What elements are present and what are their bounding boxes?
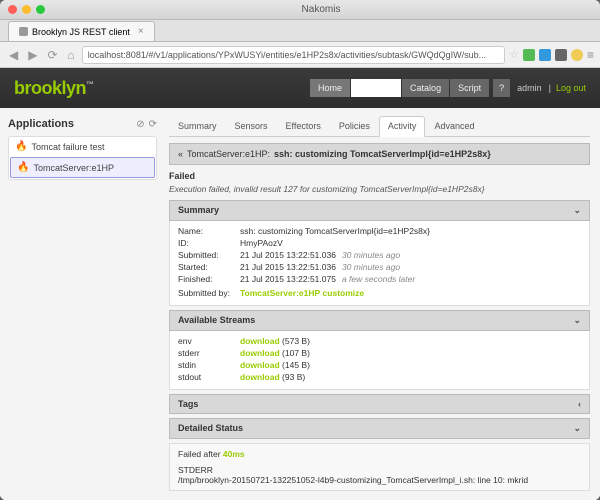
tab-activity[interactable]: Activity — [379, 116, 426, 137]
refresh-icon[interactable]: ⟳ — [149, 119, 157, 130]
chevron-left-icon: ‹ — [578, 399, 581, 409]
fire-icon: 🔥 — [15, 141, 27, 152]
tab-policies[interactable]: Policies — [330, 116, 379, 136]
bookmark-icon[interactable]: ☆ — [509, 48, 519, 61]
section-summary-body: Name:ssh: customizing TomcatServerImpl{i… — [169, 221, 590, 306]
tab-effectors[interactable]: Effectors — [277, 116, 330, 136]
entity-tabs: Summary Sensors Effectors Policies Activ… — [169, 116, 590, 137]
main-area: Applications ⊘ ⟳ 🔥 Tomcat failure test 🔥… — [0, 108, 600, 500]
status-desc: Execution failed, invalid result 127 for… — [169, 184, 590, 194]
reload-icon[interactable]: ⟳ — [44, 48, 60, 62]
download-link[interactable]: download — [240, 372, 280, 382]
download-link[interactable]: download — [240, 348, 280, 358]
browser-tab[interactable]: Brooklyn JS REST client × — [8, 21, 155, 41]
page-content: brooklyn™ Home Catalog Script ? admin | … — [0, 68, 600, 500]
sidebar: Applications ⊘ ⟳ 🔥 Tomcat failure test 🔥… — [0, 108, 165, 500]
download-link[interactable]: download — [240, 336, 280, 346]
chevron-down-icon: ⌄ — [573, 423, 581, 434]
stream-row: envdownload (573 B) — [178, 336, 581, 346]
tab-summary[interactable]: Summary — [169, 116, 226, 136]
close-tab-icon[interactable]: × — [138, 26, 144, 37]
tree-item[interactable]: 🔥 TomcatServer:e1HP — [10, 157, 155, 178]
section-summary-head[interactable]: Summary⌄ — [169, 200, 590, 221]
chevron-down-icon: ⌄ — [573, 205, 581, 216]
stream-row: stderrdownload (107 B) — [178, 348, 581, 358]
back-icon[interactable]: ◀ — [6, 48, 21, 62]
section-streams-body: envdownload (573 B) stderrdownload (107 … — [169, 331, 590, 390]
back-icon[interactable]: « — [178, 149, 183, 159]
app-tree: 🔥 Tomcat failure test 🔥 TomcatServer:e1H… — [8, 136, 157, 180]
minimize-window-icon[interactable] — [22, 5, 31, 14]
fire-icon: 🔥 — [17, 162, 29, 173]
window-title: Nakomis — [50, 4, 592, 15]
zoom-window-icon[interactable] — [36, 5, 45, 14]
app-header: brooklyn™ Home Catalog Script ? admin | … — [0, 68, 600, 108]
nav-user: admin — [517, 83, 542, 93]
tab-advanced[interactable]: Advanced — [425, 116, 483, 136]
tab-title: Brooklyn JS REST client — [32, 27, 130, 37]
stream-row: stdoutdownload (93 B) — [178, 372, 581, 382]
tree-item[interactable]: 🔥 Tomcat failure test — [9, 137, 156, 156]
brooklyn-logo[interactable]: brooklyn™ — [14, 78, 94, 99]
section-streams-head[interactable]: Available Streams⌄ — [169, 310, 590, 331]
home-icon[interactable]: ⌂ — [65, 48, 78, 62]
status-label: Failed — [169, 171, 590, 181]
forward-icon: ▶ — [25, 48, 40, 62]
extension-icon[interactable] — [523, 49, 535, 61]
mac-titlebar: Nakomis — [0, 0, 600, 20]
stderr-output: /tmp/brooklyn-20150721-132251052-l4b9-cu… — [178, 475, 581, 485]
top-nav: Home Catalog Script ? admin | Log out — [310, 79, 586, 97]
submitter-entity-link[interactable]: TomcatServer:e1HP — [240, 288, 320, 298]
download-link[interactable]: download — [240, 360, 280, 370]
favicon-icon — [19, 27, 28, 36]
section-detailed-head[interactable]: Detailed Status⌄ — [169, 418, 590, 439]
address-bar[interactable] — [82, 46, 505, 64]
menu-icon[interactable]: ≡ — [587, 48, 594, 62]
chevron-down-icon: ⌄ — [573, 315, 581, 326]
extension-icon[interactable] — [571, 49, 583, 61]
tab-sensors[interactable]: Sensors — [226, 116, 277, 136]
breadcrumb: « TomcatServer:e1HP: ssh: customizing To… — [169, 143, 590, 165]
stream-row: stdindownload (145 B) — [178, 360, 581, 370]
submitter-action-link[interactable]: customize — [323, 288, 365, 298]
nav-catalog[interactable]: Catalog — [402, 79, 449, 97]
section-detailed-body: Failed after 40ms STDERR /tmp/brooklyn-2… — [169, 443, 590, 491]
task-title: ssh: customizing TomcatServerImpl{id=e1H… — [274, 149, 491, 159]
nav-search-input[interactable] — [351, 79, 401, 97]
extension-icon[interactable] — [539, 49, 551, 61]
nav-script[interactable]: Script — [450, 79, 489, 97]
sidebar-title: Applications — [8, 118, 132, 130]
nav-help[interactable]: ? — [493, 79, 510, 97]
nav-logout[interactable]: Log out — [556, 83, 586, 93]
browser-toolbar: ◀ ▶ ⟳ ⌂ ☆ ≡ — [0, 42, 600, 68]
section-tags-head[interactable]: Tags‹ — [169, 394, 590, 414]
nav-home[interactable]: Home — [310, 79, 350, 97]
detail-panel[interactable]: Summary Sensors Effectors Policies Activ… — [165, 108, 600, 500]
stop-icon[interactable]: ⊘ — [136, 119, 144, 130]
browser-tabbar: Brooklyn JS REST client × — [0, 20, 600, 42]
browser-window: Nakomis Brooklyn JS REST client × ◀ ▶ ⟳ … — [0, 0, 600, 500]
extension-icon[interactable] — [555, 49, 567, 61]
close-window-icon[interactable] — [8, 5, 17, 14]
